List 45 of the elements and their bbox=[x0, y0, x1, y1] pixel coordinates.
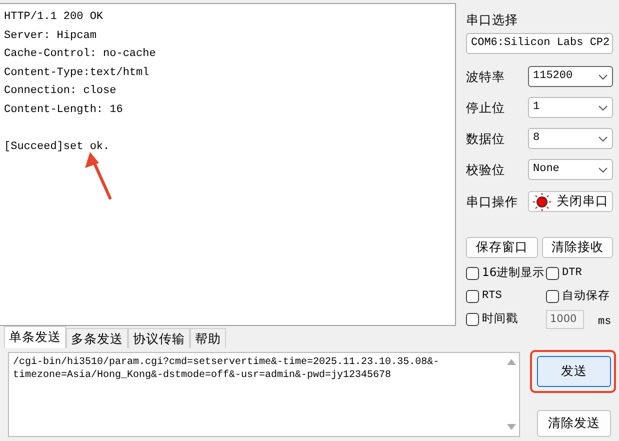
log-line: Server: Hipcam bbox=[4, 28, 98, 44]
caret-icon bbox=[598, 166, 608, 172]
caret-icon bbox=[598, 74, 608, 80]
caret-icon bbox=[598, 104, 608, 110]
setting-label: 数据位 bbox=[466, 130, 506, 148]
unit-label: ms bbox=[598, 314, 612, 330]
log-line: Cache-Control: no-cache bbox=[4, 47, 157, 62]
setting-dropdown[interactable]: 1 bbox=[528, 97, 613, 118]
log-line: Connection: close bbox=[4, 84, 118, 99]
setting-dropdown[interactable]: None bbox=[528, 159, 613, 180]
setting-label: 停止位 bbox=[466, 98, 506, 116]
checkbox[interactable] bbox=[466, 312, 479, 326]
annotation-arrow bbox=[85, 152, 112, 200]
clear-send-button[interactable]: 清除发送 bbox=[537, 410, 611, 437]
panel-button[interactable]: 清除接收 bbox=[542, 237, 613, 258]
setting-dropdown[interactable]: 8 bbox=[528, 128, 613, 149]
log-line: Content-Type:text/html bbox=[4, 66, 150, 80]
port-label: 串口选择 bbox=[466, 11, 519, 29]
setting-label: 波特率 bbox=[466, 68, 506, 86]
operation-label: 串口操作 bbox=[466, 192, 519, 210]
setting-label: 校验位 bbox=[466, 160, 506, 178]
checkbox[interactable] bbox=[546, 290, 559, 302]
tab[interactable]: 多条发送 bbox=[66, 328, 128, 348]
panel-button[interactable]: 保存窗口 bbox=[466, 237, 538, 258]
tab[interactable]: 帮助 bbox=[190, 328, 226, 348]
send-button[interactable]: 发送 bbox=[537, 356, 611, 387]
status-light-icon bbox=[532, 192, 550, 210]
checkbox[interactable] bbox=[466, 266, 479, 280]
checkbox[interactable] bbox=[546, 266, 559, 280]
caret-icon bbox=[598, 136, 608, 142]
tab[interactable]: 协议传输 bbox=[128, 328, 190, 348]
log-line: Content-Length: 16 bbox=[4, 102, 124, 118]
close-port-button[interactable]: 关闭串口 bbox=[528, 191, 613, 212]
checkbox-label[interactable]: 时间戳 bbox=[482, 310, 518, 328]
checkbox[interactable] bbox=[466, 290, 479, 302]
receive-area[interactable]: HTTP/1.1 200 OK Server: Hipcam Cache-Control: no-cache Content-Type:text/html Connection: close Content-Length: 16 [Succeed]set ok. bbox=[0, 3, 456, 326]
checkbox-label[interactable]: 16进制显示 bbox=[482, 264, 545, 282]
port-dropdown[interactable]: COM6:Silicon Labs CP2 bbox=[466, 33, 613, 54]
checkbox-label[interactable]: RTS bbox=[482, 288, 502, 304]
checkbox-label[interactable]: 自动保存 bbox=[562, 287, 610, 305]
tab[interactable]: 单条发送 bbox=[4, 326, 66, 348]
checkbox-label[interactable]: DTR bbox=[562, 264, 582, 282]
setting-dropdown[interactable]: 115200 bbox=[528, 66, 613, 87]
log-line: HTTP/1.1 200 OK bbox=[4, 10, 104, 25]
log-line: [Succeed]set ok. bbox=[4, 140, 111, 154]
